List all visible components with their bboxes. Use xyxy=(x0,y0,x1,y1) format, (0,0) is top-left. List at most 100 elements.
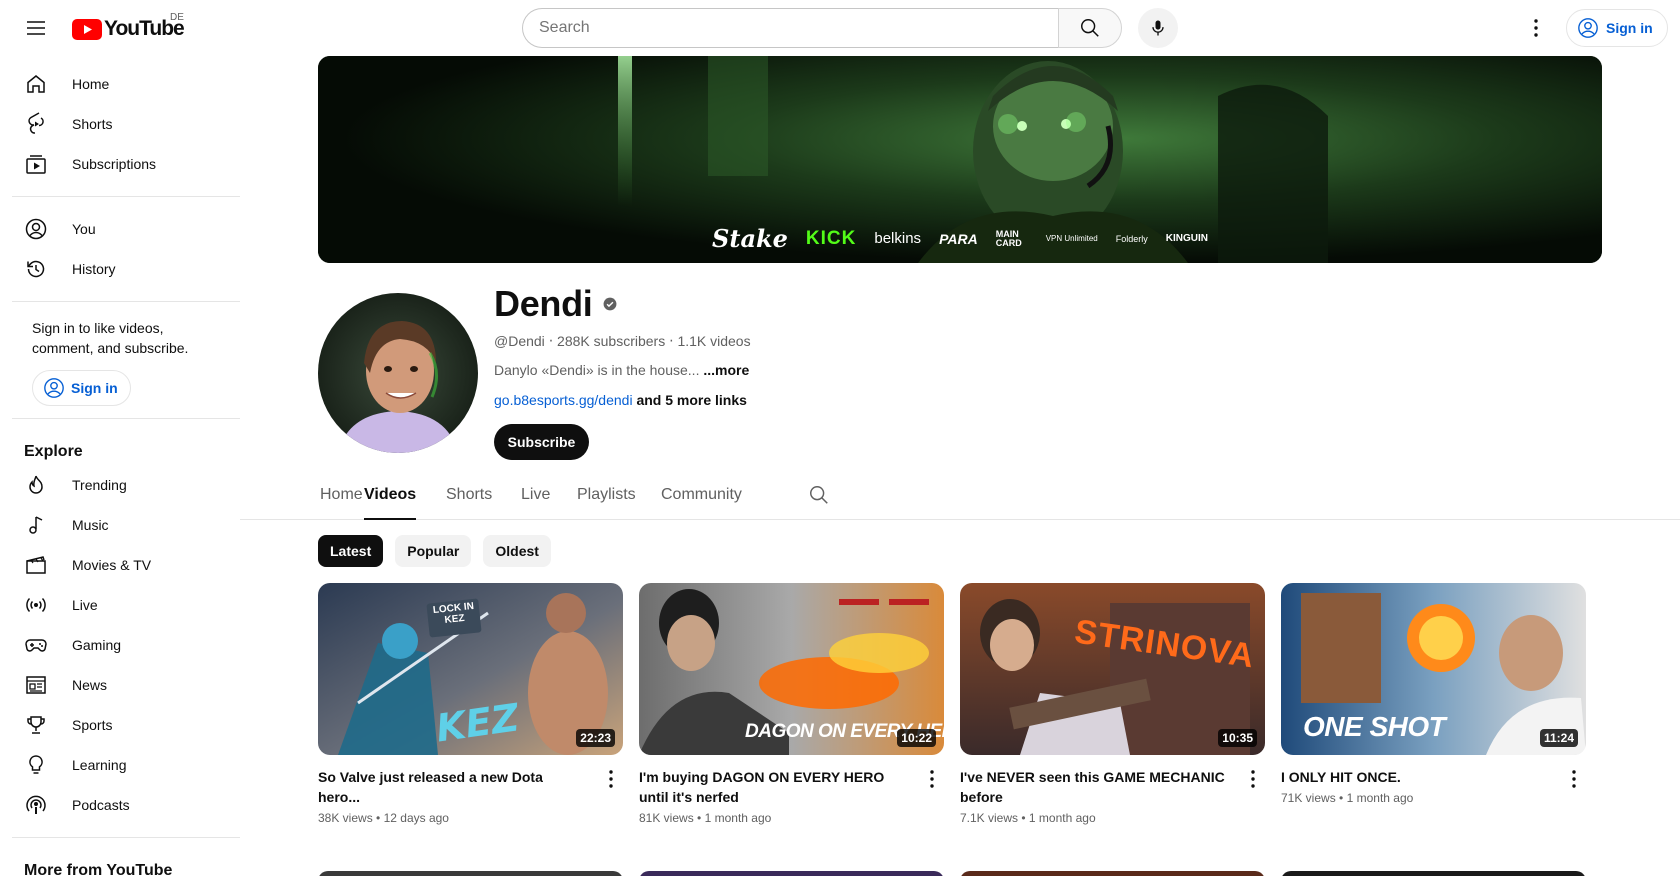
subscribe-button[interactable]: Subscribe xyxy=(494,424,589,460)
more-vert-icon xyxy=(1251,770,1255,788)
sidebar-divider xyxy=(12,418,240,419)
subscriber-count: 288K subscribers xyxy=(557,333,666,349)
sidebar-item-sports[interactable]: Sports xyxy=(12,705,228,745)
more-links-button[interactable]: and 5 more links xyxy=(636,392,746,408)
channel-search-button[interactable] xyxy=(808,484,832,508)
video-count: 1.1K videos xyxy=(677,333,751,349)
video-thumbnail-row2[interactable] xyxy=(1281,871,1586,876)
video-menu-button[interactable] xyxy=(1562,767,1586,791)
video-duration: 10:22 xyxy=(897,729,936,747)
chip-oldest[interactable]: Oldest xyxy=(483,535,551,567)
description-more-link[interactable]: ...more xyxy=(703,362,749,378)
sidebar-item-music[interactable]: Music xyxy=(12,505,228,545)
video-thumbnail[interactable]: STRINOVA 10:35 xyxy=(960,583,1265,755)
voice-search-button[interactable] xyxy=(1138,8,1178,48)
microphone-icon xyxy=(1152,20,1164,36)
video-views: 81K views xyxy=(639,811,694,825)
channel-handle: @Dendi xyxy=(494,333,545,349)
more-vert-icon xyxy=(609,770,613,788)
channel-primary-link[interactable]: go.b8esports.gg/dendi xyxy=(494,392,633,408)
sidebar-item-gaming[interactable]: Gaming xyxy=(12,625,228,665)
signin-hint-text: Sign in to like videos, comment, and sub… xyxy=(32,320,189,356)
trending-icon xyxy=(24,473,48,497)
sidebar-item-learning[interactable]: Learning xyxy=(12,745,228,785)
home-icon xyxy=(24,72,48,96)
sponsor-logo: belkins xyxy=(874,230,922,247)
search-box xyxy=(522,8,1059,48)
video-menu-button[interactable] xyxy=(1241,767,1265,791)
sidebar-item-home[interactable]: Home xyxy=(12,64,228,104)
sidebar-item-trending[interactable]: Trending xyxy=(12,465,228,505)
video-thumbnail[interactable]: DAGON ON EVERY HERO 10:22 xyxy=(639,583,944,755)
tab-shorts[interactable]: Shorts xyxy=(446,486,492,520)
video-thumbnail-row2[interactable] xyxy=(960,871,1265,876)
video-thumbnail[interactable]: LOCK IN KEZ KEZ 22:23 xyxy=(318,583,623,755)
tab-home[interactable]: Home xyxy=(320,486,363,520)
masthead: YouTube DE Sign in xyxy=(0,0,1680,56)
sidebar-item-label: Home xyxy=(72,76,110,92)
sidebar-divider xyxy=(12,196,240,197)
video-thumbnail-row2[interactable] xyxy=(639,871,944,876)
sponsor-logo: Stake xyxy=(712,224,788,253)
sidebar-item-you[interactable]: You xyxy=(12,209,228,249)
video-thumbnail-row2[interactable] xyxy=(318,871,623,876)
tab-live[interactable]: Live xyxy=(521,486,550,520)
sidebar-sign-in-button[interactable]: Sign in xyxy=(32,370,131,406)
video-age: 12 days ago xyxy=(383,811,449,825)
chip-popular[interactable]: Popular xyxy=(395,535,472,567)
youtube-logo[interactable]: YouTube xyxy=(72,17,185,41)
sidebar-item-shorts[interactable]: Shorts xyxy=(12,104,228,144)
sponsor-logo: KINGUIN xyxy=(1165,233,1208,244)
video-title[interactable]: I've NEVER seen this GAME MECHANIC befor… xyxy=(960,767,1230,807)
more-vert-icon xyxy=(930,770,934,788)
channel-avatar[interactable] xyxy=(318,293,478,453)
more-vert-icon xyxy=(1572,770,1576,788)
tab-playlists[interactable]: Playlists xyxy=(577,486,636,520)
sidebar-item-news[interactable]: News xyxy=(12,665,228,705)
sponsor-logo: KICK xyxy=(805,227,857,249)
video-card: STRINOVA 10:35 I've NEVER seen this GAME… xyxy=(960,583,1265,825)
video-title[interactable]: I ONLY HIT ONCE. xyxy=(1281,767,1551,787)
video-title[interactable]: I'm buying DAGON ON EVERY HERO until it'… xyxy=(639,767,909,807)
video-age: 1 month ago xyxy=(1346,791,1414,805)
search-button[interactable] xyxy=(1058,8,1122,48)
podcasts-icon xyxy=(24,793,48,817)
sidebar-item-podcasts[interactable]: Podcasts xyxy=(12,785,228,825)
video-menu-button[interactable] xyxy=(599,767,623,791)
sidebar-divider xyxy=(12,301,240,302)
sidebar-item-label: Movies & TV xyxy=(72,557,152,573)
video-meta: 71K views • 1 month ago xyxy=(1281,791,1586,805)
sidebar-item-label: Gaming xyxy=(72,637,122,653)
thumbnail-title-art: ONE SHOT xyxy=(1303,711,1446,742)
youtube-play-icon xyxy=(72,18,102,40)
sidebar-item-label: Live xyxy=(72,597,98,613)
video-thumbnail[interactable]: ONE SHOT 11:24 xyxy=(1281,583,1586,755)
account-icon xyxy=(24,217,48,241)
menu-icon[interactable] xyxy=(16,12,56,44)
sidebar-item-label: You xyxy=(72,221,96,237)
settings-menu-button[interactable] xyxy=(1516,8,1556,48)
channel-banner: Stake KICK belkins PARA MAIN CARD VPN Un… xyxy=(318,56,1602,263)
video-age: 1 month ago xyxy=(704,811,772,825)
sign-in-button[interactable]: Sign in xyxy=(1566,9,1668,47)
sign-in-label: Sign in xyxy=(1606,20,1653,36)
video-menu-button[interactable] xyxy=(920,767,944,791)
video-title[interactable]: So Valve just released a new Dota hero..… xyxy=(318,767,588,807)
tab-community[interactable]: Community xyxy=(661,486,742,520)
search-icon xyxy=(1081,19,1099,37)
tab-videos[interactable]: Videos xyxy=(364,486,417,520)
account-circle-icon xyxy=(1578,18,1598,38)
sidebar-item-history[interactable]: History xyxy=(12,249,228,289)
sidebar-divider xyxy=(12,837,240,838)
sports-icon xyxy=(24,713,48,737)
sidebar-item-subscriptions[interactable]: Subscriptions xyxy=(12,144,228,184)
search-input[interactable] xyxy=(523,9,1059,47)
chip-latest[interactable]: Latest xyxy=(318,535,384,567)
video-card: ONE SHOT 11:24 I ONLY HIT ONCE. 71K view… xyxy=(1281,583,1586,805)
sidebar-item-label: Trending xyxy=(72,477,127,493)
sidebar-item-live[interactable]: Live xyxy=(12,585,228,625)
sidebar-item-movies[interactable]: Movies & TV xyxy=(12,545,228,585)
channel-description[interactable]: Danylo «Dendi» is in the house... ...mor… xyxy=(494,362,749,378)
sponsor-logo: PARA xyxy=(939,230,978,247)
sidebar-item-label: Sports xyxy=(72,717,113,733)
